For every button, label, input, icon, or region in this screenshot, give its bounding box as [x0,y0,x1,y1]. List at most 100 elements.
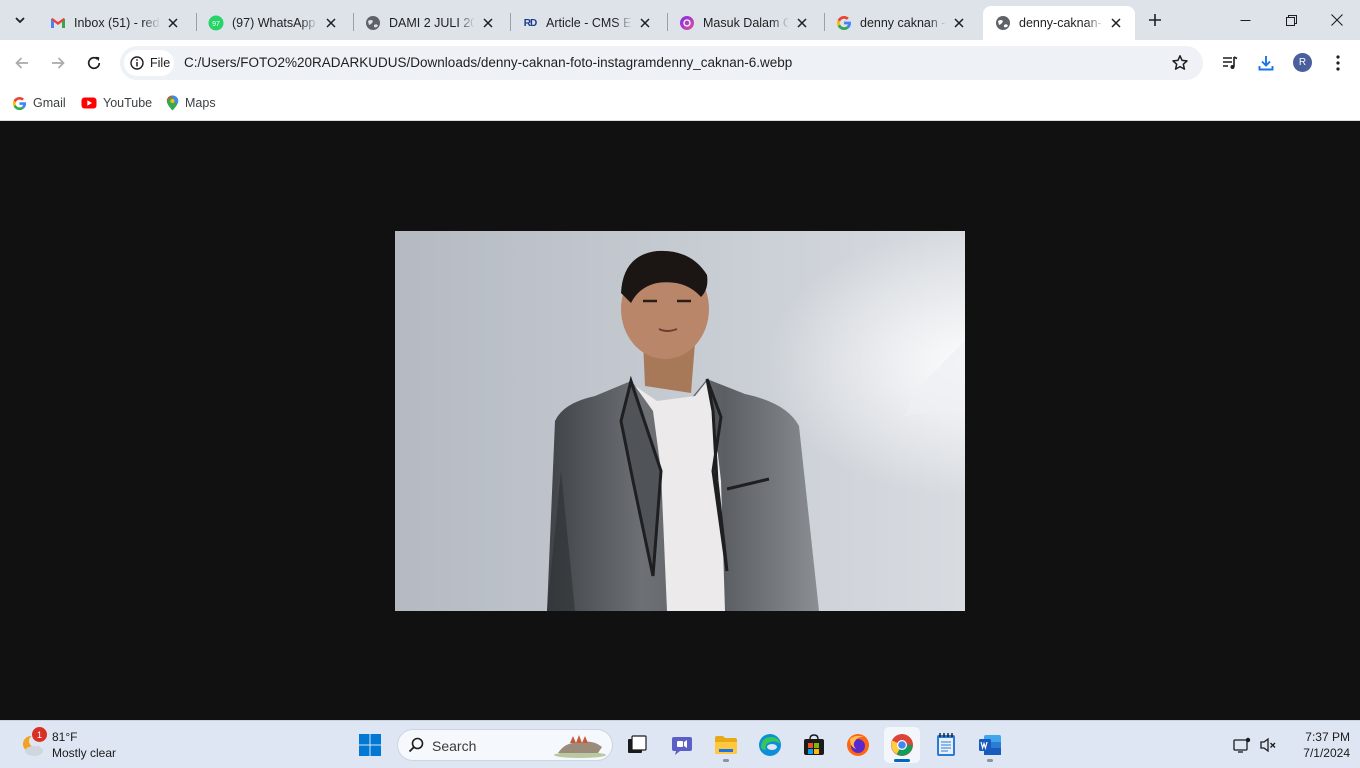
clock-time: 7:37 PM [1305,730,1350,744]
menu-button[interactable] [1327,52,1349,74]
reload-button[interactable] [80,49,108,77]
start-button[interactable] [352,727,388,763]
windows-taskbar: 1 81°F Mostly clear Search 7:37 PM 7/1/2… [0,720,1360,768]
google-icon [12,96,27,110]
tab-dami[interactable]: DAMI 2 JULI 2024 [353,6,507,40]
more-vertical-icon [1336,55,1340,71]
taskbar-chrome[interactable] [884,727,920,763]
browser-toolbar: File C:/Users/FOTO2%20RADARKUDUS/Downloa… [0,40,1360,86]
new-tab-button[interactable] [1144,9,1166,31]
tab-strip: Inbox (51) - redaksi@radarkudus.com 97 (… [0,0,1360,40]
back-button[interactable] [8,49,36,77]
tray-display-icon[interactable] [1232,735,1252,755]
edge-browser-icon [759,734,781,756]
store-bag-icon [804,734,824,755]
tab-title: Article - CMS EDITOR [546,16,632,30]
tab-title: denny-caknan-foto-instagramdenny_caknan-… [1019,16,1103,30]
tab-title: denny caknan - Google Search [860,16,946,30]
taskbar-search[interactable]: Search [397,729,613,761]
tab-active-image[interactable]: denny-caknan-foto-instagramdenny_caknan-… [983,6,1135,40]
restore-icon [1285,14,1297,26]
close-icon [1331,14,1343,26]
chevron-down-icon [15,17,25,24]
weather-temperature: 81°F [52,730,78,744]
plus-icon [1149,14,1161,26]
close-tab-icon[interactable] [1107,14,1125,32]
maps-pin-icon [166,95,179,111]
url-text[interactable]: C:/Users/FOTO2%20RADARKUDUS/Downloads/de… [184,55,792,70]
bookmark-maps[interactable]: Maps [166,92,216,114]
globe-icon [365,15,381,31]
tab-gmail[interactable]: Inbox (51) - redaksi@radarkudus.com [38,6,192,40]
close-tab-icon[interactable] [322,14,340,32]
bookmarks-bar: Gmail YouTube Maps [0,86,1360,121]
close-tab-icon[interactable] [164,14,182,32]
bookmark-youtube[interactable]: YouTube [81,92,152,114]
taskbar-notepad[interactable] [928,727,964,763]
download-icon [1258,56,1274,71]
monitor-notification-icon [1233,737,1251,753]
task-view-icon [628,735,647,753]
tab-title: Inbox (51) - redaksi@radarkudus.com [74,16,160,30]
media-queue-icon [1223,56,1238,69]
taskbar-edge[interactable] [752,727,788,763]
taskbar-teams-chat[interactable] [664,727,700,763]
chrome-icon [891,734,913,756]
close-window-button[interactable] [1314,0,1360,40]
notepad-icon [937,733,955,756]
weather-alert-badge: 1 [32,727,47,742]
bookmark-gmail[interactable]: Gmail [12,92,66,114]
close-tab-icon[interactable] [950,14,968,32]
whatsapp-badge-count: 97 [212,21,220,28]
taskbar-task-view[interactable] [619,727,655,763]
system-clock[interactable]: 7:37 PM 7/1/2024 [1282,729,1350,761]
folder-icon [715,736,737,754]
info-icon [130,56,144,70]
site-info-chip[interactable]: File [124,50,174,76]
whatsapp-icon: 97 [208,15,224,31]
teams-chat-icon [672,737,692,755]
tab-google-search[interactable]: denny caknan - Google Search [824,6,978,40]
tab-title: DAMI 2 JULI 2024 [389,16,475,30]
weather-widget[interactable]: 1 81°F Mostly clear [18,727,128,763]
search-label: Search [432,738,477,754]
displayed-photo[interactable] [395,231,965,611]
running-indicator [723,759,729,762]
firefox-icon [847,734,869,756]
search-highlight-dino-icon [554,735,606,758]
address-bar[interactable]: File C:/Users/FOTO2%20RADARKUDUS/Downloa… [120,46,1203,80]
profile-avatar[interactable]: R [1293,53,1312,72]
forward-button[interactable] [44,49,72,77]
search-icon [408,737,424,753]
bookmark-label: YouTube [103,96,153,110]
close-tab-icon[interactable] [793,14,811,32]
media-control-button[interactable] [1219,52,1241,74]
tab-whatsapp[interactable]: 97 (97) WhatsApp [196,6,350,40]
weather-condition: Mostly clear [52,746,117,760]
restore-button[interactable] [1268,0,1314,40]
taskbar-microsoft-store[interactable] [796,727,832,763]
minimize-button[interactable] [1222,0,1268,40]
tab-search-button[interactable] [8,8,32,32]
tab-title: (97) WhatsApp [232,16,316,30]
bookmark-star-icon[interactable] [1171,54,1189,72]
tab-canva[interactable]: Masuk Dalam Canva [667,6,821,40]
tab-cms-editor[interactable]: RD Article - CMS EDITOR [510,6,664,40]
close-tab-icon[interactable] [636,14,654,32]
minimize-icon [1240,19,1250,21]
windows-logo-icon [359,734,381,756]
running-indicator [987,759,993,762]
taskbar-file-explorer[interactable] [708,727,744,763]
taskbar-firefox[interactable] [840,727,876,763]
close-tab-icon[interactable] [479,14,497,32]
arrow-right-icon [52,57,65,69]
bookmark-label: Maps [185,96,216,110]
cms-logo-text: RD [523,17,537,29]
network-muted-icon [1260,737,1276,753]
taskbar-word[interactable] [972,727,1008,763]
reload-icon [87,56,101,70]
arrow-left-icon [15,57,28,69]
downloads-button[interactable] [1255,52,1277,74]
word-icon [979,735,1001,755]
tray-network-volume[interactable] [1258,735,1278,755]
